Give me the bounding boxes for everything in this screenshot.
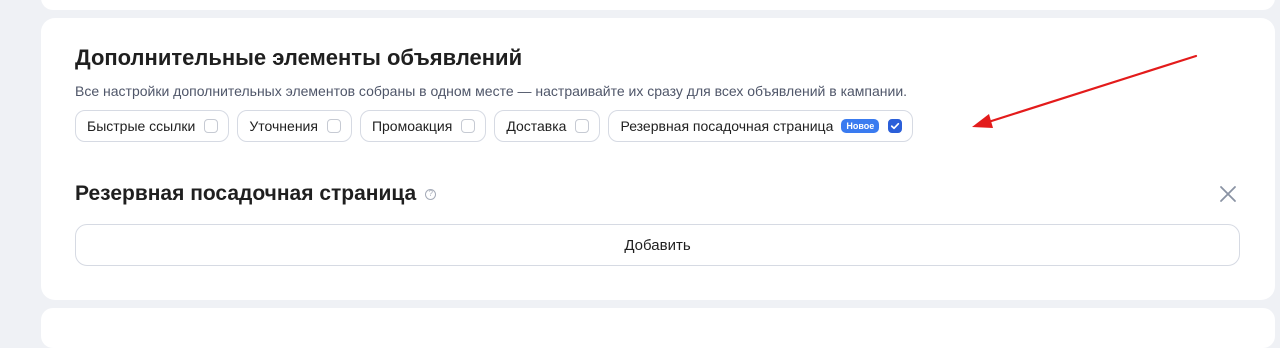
checkbox[interactable] (326, 119, 341, 133)
new-badge: Новое (841, 119, 880, 133)
close-icon[interactable] (1218, 184, 1238, 204)
chip-label: Быстрые ссылки (87, 118, 196, 134)
chip-backup-landing-page[interactable]: Резервная посадочная страница Новое (608, 110, 914, 142)
subsection-title-text: Резервная посадочная страница (75, 182, 417, 205)
extension-chips: Быстрые ссылки Уточнения Промоакция Дост… (75, 110, 914, 142)
section-title: Дополнительные элементы объявлений (75, 45, 523, 70)
checkbox[interactable] (204, 119, 219, 133)
add-button[interactable]: Добавить (75, 224, 1240, 266)
checkmark-icon (891, 122, 900, 130)
chip-delivery[interactable]: Доставка (494, 110, 601, 142)
chip-label: Резервная посадочная страница (620, 118, 834, 134)
subsection-title: Резервная посадочная страница ? (75, 180, 437, 208)
previous-card (41, 0, 1275, 10)
chip-label: Уточнения (249, 118, 318, 134)
red-arrow-annotation (972, 54, 1198, 128)
section-description: Все настройки дополнительных элементов с… (75, 83, 908, 99)
question-circle-icon[interactable]: ? (425, 188, 437, 200)
chip-callouts[interactable]: Уточнения (237, 110, 352, 142)
chip-label: Доставка (506, 118, 567, 134)
next-card (41, 308, 1275, 348)
chip-quick-links[interactable]: Быстрые ссылки (75, 110, 230, 142)
chip-label: Промоакция (371, 118, 453, 134)
checkbox-checked[interactable] (888, 119, 903, 133)
chip-promo[interactable]: Промоакция (359, 110, 487, 142)
checkbox[interactable] (575, 119, 590, 133)
checkbox[interactable] (461, 119, 476, 133)
